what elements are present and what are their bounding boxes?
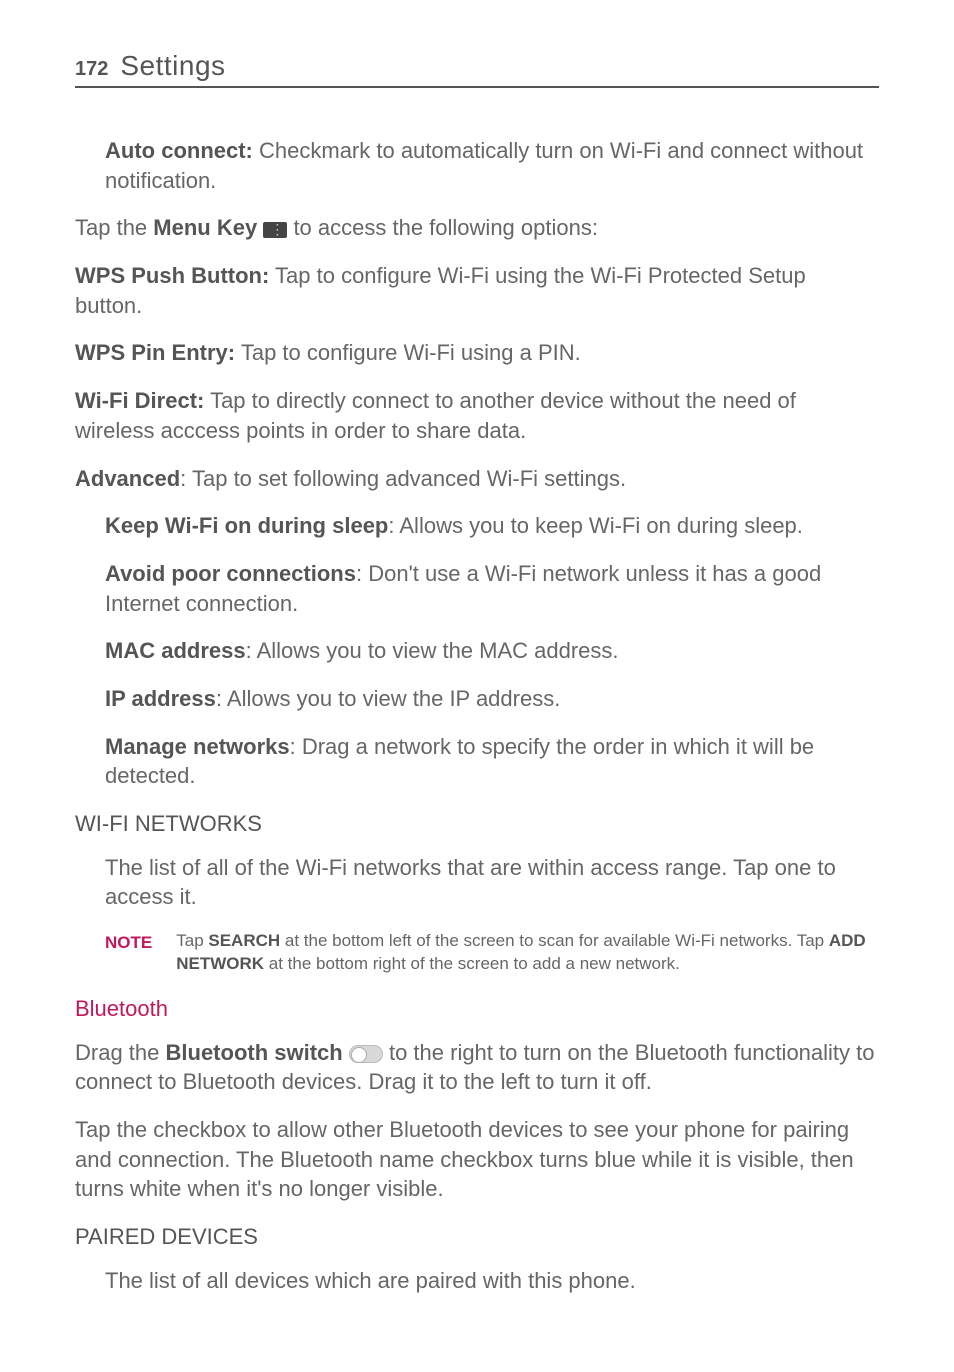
wps-pin-para: WPS Pin Entry: Tap to configure Wi-Fi us…: [75, 338, 879, 368]
auto-connect-para: Auto connect: Checkmark to automatically…: [105, 136, 879, 195]
header: 172 Settings: [75, 50, 879, 88]
wps-push-label: WPS Push Button:: [75, 263, 269, 288]
wifi-direct-para: Wi-Fi Direct: Tap to directly connect to…: [75, 386, 879, 445]
wifi-direct-label: Wi-Fi Direct:: [75, 388, 204, 413]
menu-key-icon: [263, 222, 287, 238]
mac-address-para: MAC address: Allows you to view the MAC …: [105, 636, 879, 666]
menu-key-label: Menu Key: [153, 215, 257, 240]
ip-address-text: : Allows you to view the IP address.: [216, 686, 560, 711]
bluetooth-pre: Drag the: [75, 1040, 166, 1065]
manage-networks-label: Manage networks: [105, 734, 290, 759]
wps-pin-label: WPS Pin Entry:: [75, 340, 235, 365]
bluetooth-heading: Bluetooth: [75, 994, 879, 1024]
note-text: Tap SEARCH at the bottom left of the scr…: [176, 930, 879, 976]
menu-key-para: Tap the Menu Key to access the following…: [75, 213, 879, 243]
advanced-para: Advanced: Tap to set following advanced …: [75, 464, 879, 494]
note-search: SEARCH: [208, 931, 280, 950]
paired-devices-heading: PAIRED DEVICES: [75, 1222, 879, 1252]
auto-connect-label: Auto connect:: [105, 138, 253, 163]
header-title: Settings: [120, 50, 225, 82]
keep-wifi-label: Keep Wi-Fi on during sleep: [105, 513, 388, 538]
bluetooth-checkbox-para: Tap the checkbox to allow other Bluetoot…: [75, 1115, 879, 1204]
mac-address-label: MAC address: [105, 638, 246, 663]
advanced-text: : Tap to set following advanced Wi-Fi se…: [180, 466, 626, 491]
bluetooth-switch-label: Bluetooth switch: [166, 1040, 343, 1065]
advanced-label: Advanced: [75, 466, 180, 491]
keep-wifi-para: Keep Wi-Fi on during sleep: Allows you t…: [105, 511, 879, 541]
manage-networks-para: Manage networks: Drag a network to speci…: [105, 732, 879, 791]
mac-address-text: : Allows you to view the MAC address.: [246, 638, 619, 663]
wifi-networks-desc: The list of all of the Wi-Fi networks th…: [105, 853, 879, 912]
page: 172 Settings Auto connect: Checkmark to …: [0, 0, 954, 1363]
ip-address-label: IP address: [105, 686, 216, 711]
content: Auto connect: Checkmark to automatically…: [75, 136, 879, 1295]
note-pre: Tap: [176, 931, 208, 950]
paired-devices-desc: The list of all devices which are paired…: [105, 1266, 879, 1296]
ip-address-para: IP address: Allows you to view the IP ad…: [105, 684, 879, 714]
bluetooth-switch-para: Drag the Bluetooth switch to the right t…: [75, 1038, 879, 1097]
note-row: NOTE Tap SEARCH at the bottom left of th…: [105, 930, 879, 976]
avoid-poor-para: Avoid poor connections: Don't use a Wi-F…: [105, 559, 879, 618]
note-mid: at the bottom left of the screen to scan…: [280, 931, 829, 950]
note-label: NOTE: [105, 930, 152, 955]
switch-icon: [349, 1045, 383, 1063]
page-number: 172: [75, 58, 108, 81]
menu-key-post: to access the following options:: [287, 215, 598, 240]
wps-push-para: WPS Push Button: Tap to configure Wi-Fi …: [75, 261, 879, 320]
menu-key-pre: Tap the: [75, 215, 153, 240]
avoid-poor-label: Avoid poor connections: [105, 561, 356, 586]
wps-pin-text: Tap to configure Wi-Fi using a PIN.: [235, 340, 581, 365]
keep-wifi-text: : Allows you to keep Wi-Fi on during sle…: [388, 513, 803, 538]
wifi-networks-heading: WI-FI NETWORKS: [75, 809, 879, 839]
note-post: at the bottom right of the screen to add…: [264, 954, 680, 973]
